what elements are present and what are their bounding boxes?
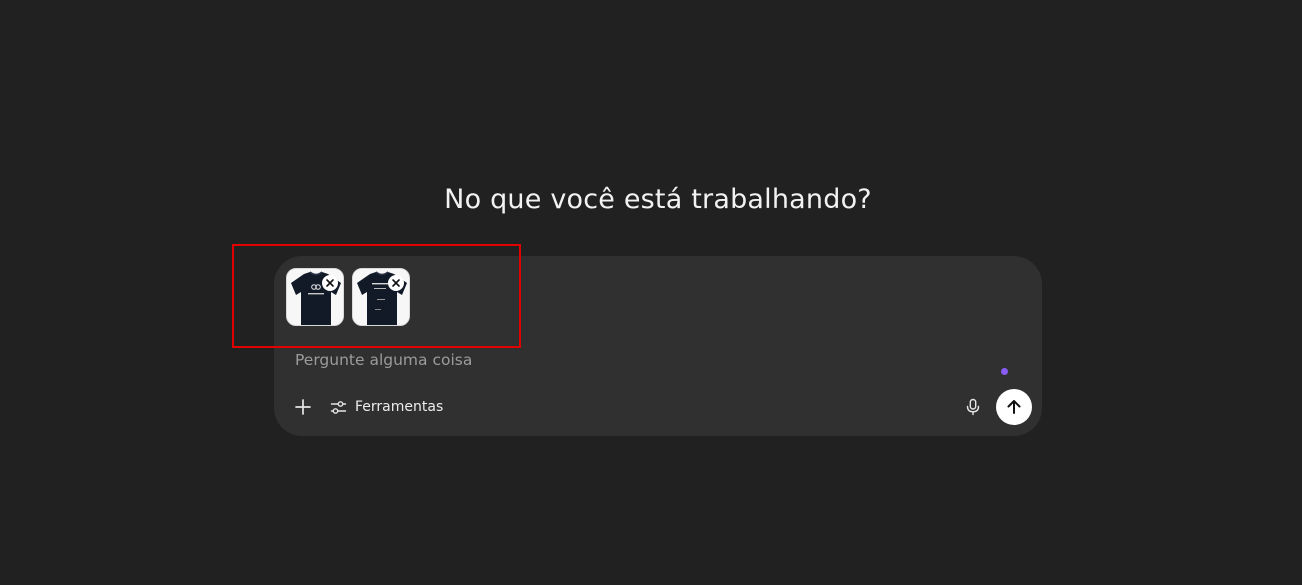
prompt-input[interactable] bbox=[295, 351, 945, 369]
status-dot bbox=[1001, 368, 1008, 375]
tools-button[interactable]: Ferramentas bbox=[326, 392, 447, 422]
attachment-list bbox=[286, 268, 410, 326]
tools-label: Ferramentas bbox=[355, 399, 444, 415]
prompt-composer: Ferramentas bbox=[274, 256, 1042, 436]
sliders-icon bbox=[330, 400, 347, 414]
voice-input-button[interactable] bbox=[958, 392, 988, 422]
attachment-thumbnail[interactable] bbox=[286, 268, 344, 326]
page-heading: No que você está trabalhando? bbox=[444, 184, 872, 215]
remove-attachment-button[interactable] bbox=[388, 275, 404, 291]
send-button[interactable] bbox=[996, 389, 1032, 425]
attachment-thumbnail[interactable] bbox=[352, 268, 410, 326]
close-icon bbox=[326, 279, 334, 287]
remove-attachment-button[interactable] bbox=[322, 275, 338, 291]
close-icon bbox=[392, 279, 400, 287]
microphone-icon bbox=[966, 398, 980, 416]
page: No que você está trabalhando? Pergunte a… bbox=[0, 0, 1302, 585]
arrow-up-icon bbox=[1007, 400, 1021, 414]
composer-toolbar: Ferramentas bbox=[274, 388, 1042, 426]
plus-icon bbox=[295, 399, 311, 415]
add-attachment-button[interactable] bbox=[288, 392, 318, 422]
